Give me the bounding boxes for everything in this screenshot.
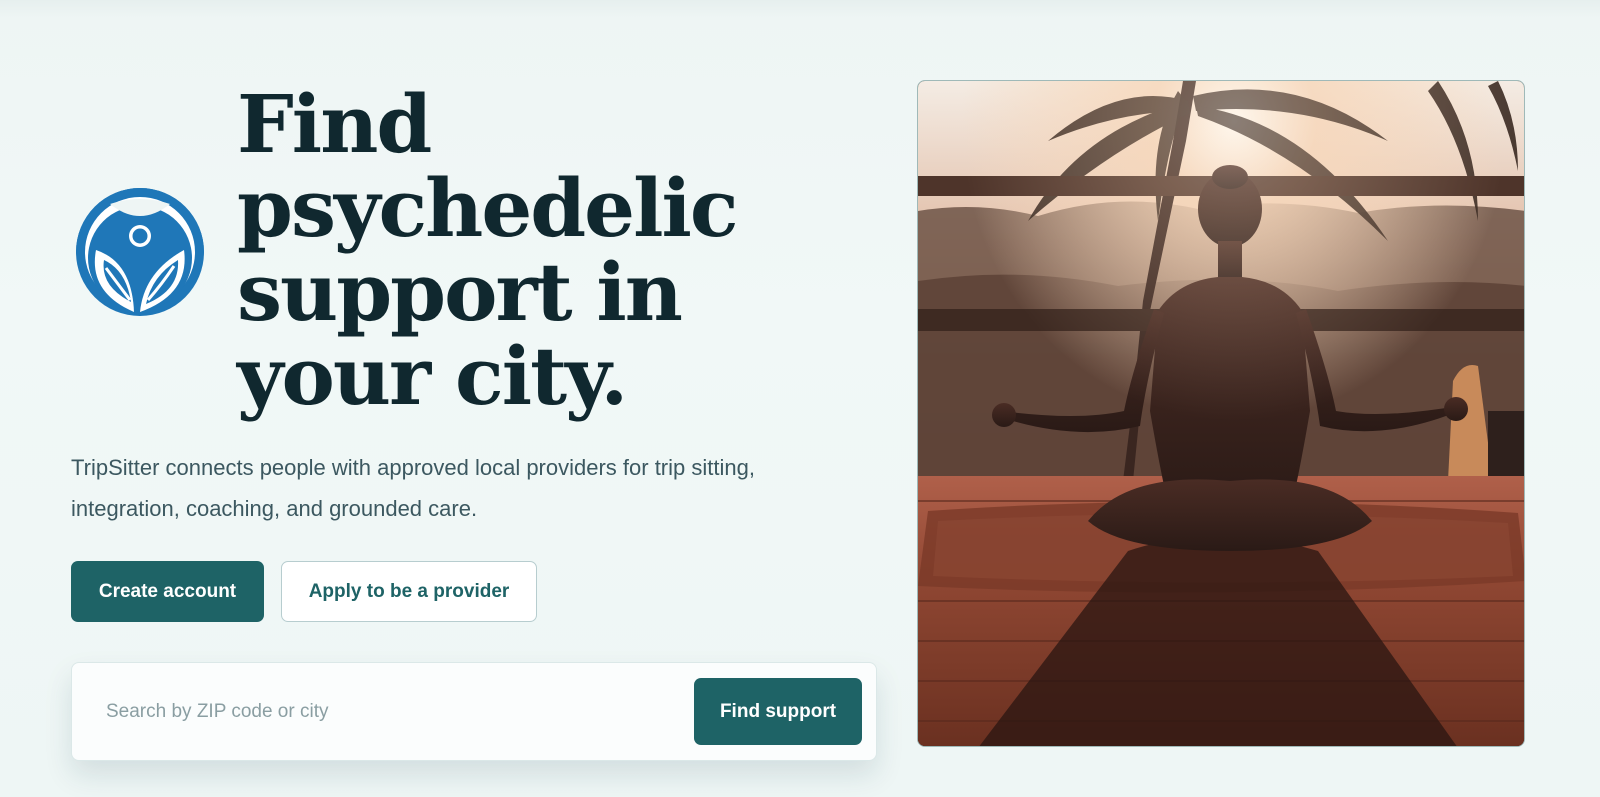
hero-description: TripSitter connects people with approved… [71,455,755,521]
headline-line-4: your city. [237,329,628,423]
tripsitter-logo-icon [76,188,204,316]
headline-line-2: psychedelic [237,161,739,255]
top-gradient-bar [0,0,1600,18]
create-account-button[interactable]: Create account [71,561,264,622]
headline-line-3: support in [237,245,683,339]
headline-line-1: Find [237,77,432,171]
search-card: Find support [71,662,877,761]
hero-headline: Find psychedelic support in your city. [237,82,837,418]
find-support-button[interactable]: Find support [694,678,862,745]
search-input[interactable] [92,683,672,741]
apply-provider-button[interactable]: Apply to be a provider [281,561,537,622]
meditation-silhouette-image [917,80,1525,747]
